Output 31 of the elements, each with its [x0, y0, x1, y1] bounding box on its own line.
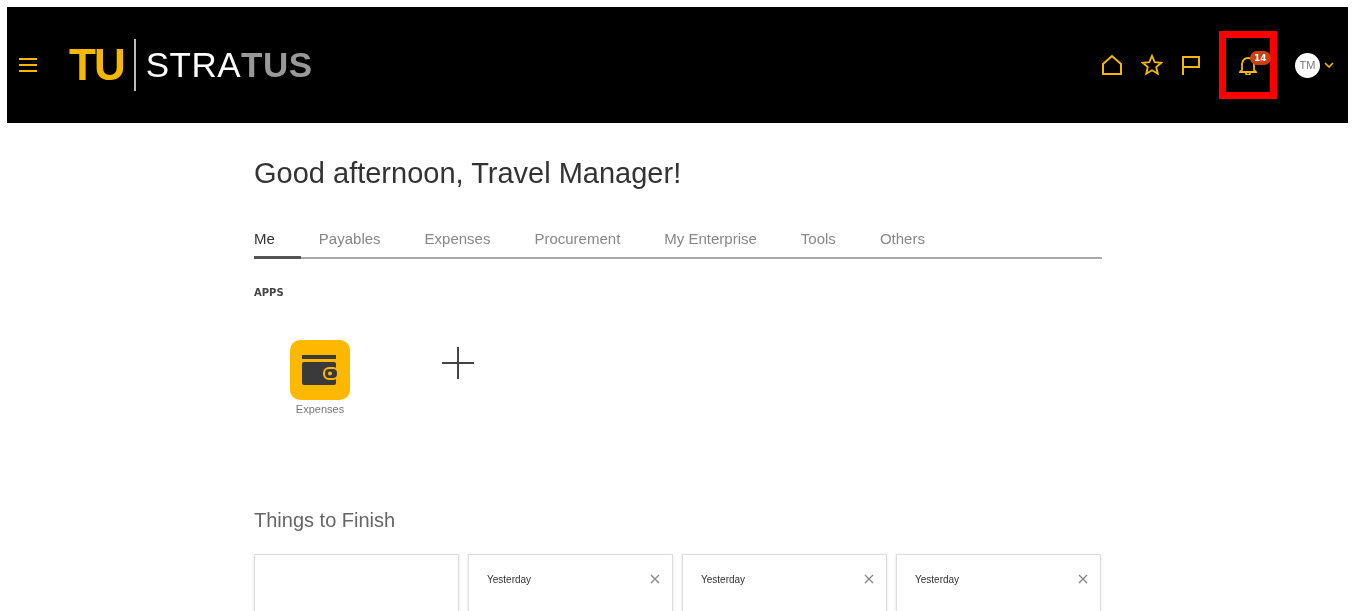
- app-tile[interactable]: Expenses: [254, 340, 386, 415]
- bell-icon[interactable]: [1239, 55, 1257, 75]
- card-date: Yesterday: [487, 574, 532, 585]
- card-date: Yesterday: [915, 574, 960, 585]
- close-icon[interactable]: [650, 574, 660, 584]
- star-icon[interactable]: [1141, 54, 1163, 76]
- section-title: Things to Finish: [254, 509, 397, 532]
- notification-count: 14: [1250, 51, 1271, 65]
- flag-icon[interactable]: [1181, 55, 1201, 75]
- tab[interactable]: Tools: [800, 226, 836, 259]
- tab[interactable]: Me: [254, 226, 301, 259]
- add-icon[interactable]: [442, 346, 474, 379]
- tab[interactable]: Expenses: [424, 226, 491, 259]
- close-icon[interactable]: [864, 574, 874, 584]
- tab[interactable]: Payables: [318, 226, 381, 259]
- section-heading: APPS: [254, 287, 285, 298]
- tab[interactable]: Others: [879, 226, 925, 259]
- caret-icon: [1324, 62, 1334, 68]
- tab[interactable]: My Enterprise: [664, 226, 757, 259]
- logo-wordmark: STRATUS: [145, 45, 313, 85]
- task-card[interactable]: Yesterday: [896, 554, 1101, 611]
- menu-icon[interactable]: [19, 58, 37, 72]
- logo-mark: TU: [69, 40, 124, 90]
- greeting: Good afternoon, Travel Manager!: [254, 157, 683, 190]
- card-date: Yesterday: [701, 574, 746, 585]
- task-card[interactable]: Yesterday: [468, 554, 673, 611]
- close-icon[interactable]: [1078, 574, 1088, 584]
- tab[interactable]: Procurement: [534, 226, 621, 259]
- wallet-icon: [302, 355, 338, 385]
- home-icon[interactable]: [1101, 54, 1123, 76]
- task-card[interactable]: Yesterday: [682, 554, 887, 611]
